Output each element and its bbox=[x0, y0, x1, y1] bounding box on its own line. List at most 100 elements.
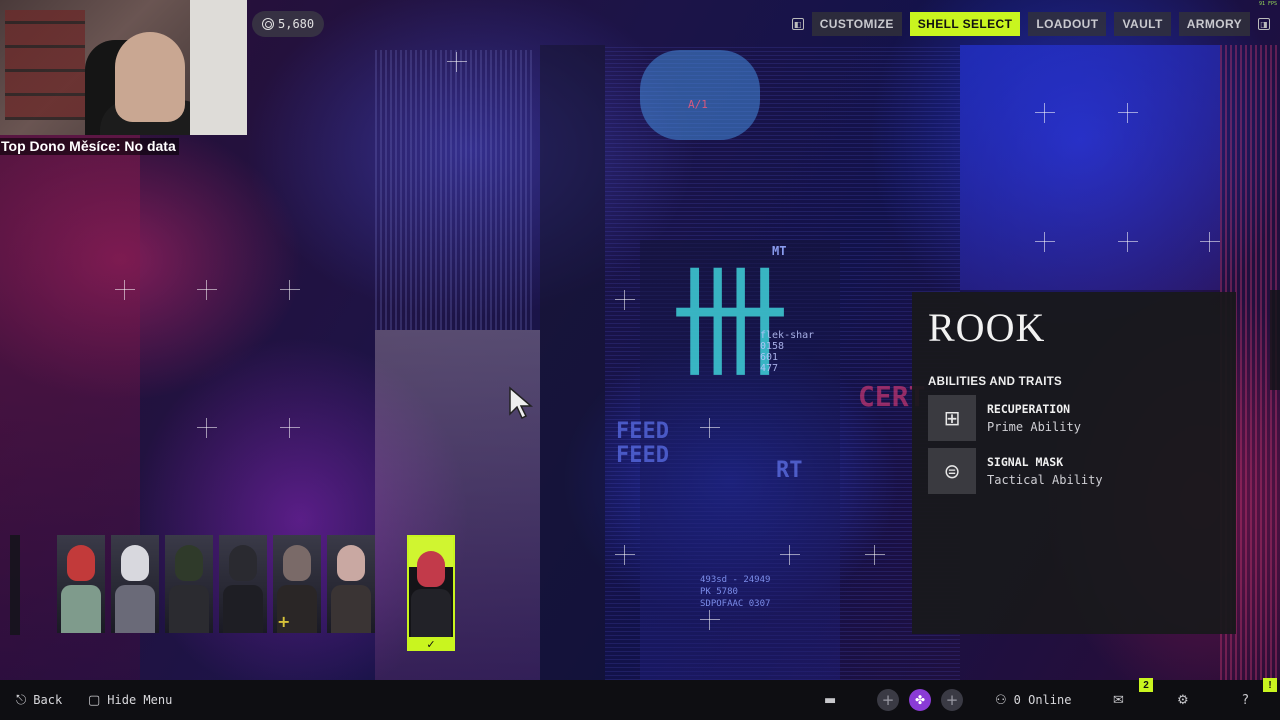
scene-panel bbox=[375, 50, 535, 330]
tab-armory[interactable]: ARMORY bbox=[1178, 12, 1250, 36]
grid-crosshair bbox=[115, 280, 135, 300]
scene-tag-text: A/1 bbox=[688, 98, 708, 111]
shell-head-model bbox=[640, 50, 760, 140]
ability-row[interactable]: ⊜ SIGNAL MASK Tactical Ability bbox=[928, 448, 1220, 494]
ability-row[interactable]: ⊞ RECUPERATION Prime Ability bbox=[928, 395, 1220, 441]
sticker-line: 0158 bbox=[760, 341, 785, 352]
scene-rt-text: RT bbox=[776, 458, 803, 483]
sticker-line: 477 bbox=[760, 363, 779, 374]
hide-menu-button[interactable]: ▢ Hide Menu bbox=[88, 680, 172, 720]
top-donor-label: Top Dono Měsíce: No data bbox=[0, 138, 179, 155]
chat-icon: ▬ bbox=[824, 692, 837, 708]
streamer-webcam bbox=[0, 0, 247, 135]
bottom-bar: ⎋ Back ▢ Hide Menu ▬ + ✤ + ⚇ 0 Online ✉ … bbox=[0, 680, 1280, 720]
mail-icon: ✉ bbox=[1113, 692, 1124, 708]
shell-list-prev-arrow[interactable] bbox=[10, 535, 20, 635]
squad-add-slot[interactable]: + bbox=[941, 689, 963, 711]
top-navigation: ◧ CUSTOMIZE SHELL SELECT LOADOUT VAULT A… bbox=[791, 12, 1270, 36]
squad-add-slot[interactable]: + bbox=[877, 689, 899, 711]
keybind-e-icon[interactable]: ◨ bbox=[1258, 18, 1270, 30]
shell-portrait-torso bbox=[331, 585, 371, 633]
tab-loadout[interactable]: LOADOUT bbox=[1028, 12, 1107, 36]
scene-panel bbox=[960, 45, 1220, 290]
online-friends-button[interactable]: ⚇ 0 Online bbox=[995, 680, 1071, 720]
tab-vault[interactable]: VAULT bbox=[1114, 12, 1171, 36]
feed-line: FEED bbox=[616, 419, 669, 444]
currency-coin-icon bbox=[262, 18, 274, 30]
tab-shell-select[interactable]: SHELL SELECT bbox=[909, 12, 1021, 36]
shell-card[interactable] bbox=[165, 535, 213, 633]
squad-slots: + ✤ + bbox=[877, 680, 963, 720]
alert-badge: ! bbox=[1263, 678, 1277, 692]
grid-crosshair bbox=[197, 280, 217, 300]
ability-type: Tactical Ability bbox=[987, 473, 1103, 487]
settings-button[interactable]: ⚙ bbox=[1177, 680, 1189, 720]
shell-card[interactable] bbox=[111, 535, 159, 633]
ability-name: RECUPERATION bbox=[987, 402, 1071, 416]
serial-line: 493sd - 24949 bbox=[700, 575, 771, 585]
back-button[interactable]: ⎋ Back bbox=[16, 680, 62, 720]
mail-button[interactable]: ✉ bbox=[1113, 680, 1124, 720]
shell-portrait-face bbox=[337, 545, 365, 581]
mail-count-badge: 2 bbox=[1139, 678, 1153, 692]
chat-button[interactable]: ▬ bbox=[824, 680, 836, 720]
shell-card-selected[interactable]: ✓ bbox=[407, 535, 455, 651]
shell-card[interactable] bbox=[57, 535, 105, 633]
escape-key-icon: ⎋ bbox=[16, 692, 27, 708]
grid-crosshair bbox=[1035, 103, 1055, 123]
serial-line: PK 5780 bbox=[700, 587, 738, 597]
currency-amount: 5,680 bbox=[278, 17, 315, 31]
abilities-title: ABILITIES AND TRAITS bbox=[928, 376, 1062, 388]
shell-portrait-face bbox=[67, 545, 95, 581]
shell-info-panel: ROOK ABILITIES AND TRAITS ⊞ RECUPERATION… bbox=[912, 292, 1236, 634]
grid-crosshair bbox=[280, 280, 300, 300]
grid-crosshair bbox=[615, 545, 635, 565]
ability-text: SIGNAL MASK Tactical Ability bbox=[987, 455, 1103, 487]
grid-crosshair bbox=[615, 290, 635, 310]
grid-crosshair bbox=[780, 545, 800, 565]
currency-display: 5,680 bbox=[252, 11, 325, 37]
ability-type: Prime Ability bbox=[987, 420, 1081, 434]
back-label: Back bbox=[33, 693, 63, 707]
shell-portrait-torso bbox=[411, 589, 451, 637]
keybind-q-icon[interactable]: ◧ bbox=[791, 18, 804, 30]
signal-mask-icon: ⊜ bbox=[928, 448, 976, 494]
grid-crosshair bbox=[1118, 232, 1138, 252]
gear-icon: ⚙ bbox=[1177, 692, 1189, 708]
shell-card[interactable]: + bbox=[273, 535, 321, 633]
scene-feed-text: FEED FEED bbox=[616, 420, 669, 468]
hide-menu-key-icon: ▢ bbox=[88, 692, 101, 708]
player-avatar-icon[interactable]: ✤ bbox=[909, 689, 931, 711]
shell-portrait-face bbox=[283, 545, 311, 581]
recuperation-icon: ⊞ bbox=[928, 395, 976, 441]
hide-menu-label: Hide Menu bbox=[107, 693, 173, 707]
grid-crosshair bbox=[1118, 103, 1138, 123]
friends-icon: ⚇ bbox=[995, 692, 1007, 708]
webcam-shelf bbox=[5, 10, 85, 120]
shell-card[interactable] bbox=[327, 535, 375, 633]
tab-customize[interactable]: CUSTOMIZE bbox=[811, 12, 902, 36]
mouse-cursor-icon bbox=[509, 386, 534, 420]
online-label: 0 Online bbox=[1013, 693, 1072, 707]
help-button[interactable]: ? bbox=[1242, 680, 1249, 720]
shell-portrait-rook bbox=[409, 537, 453, 637]
shell-portrait-torso bbox=[61, 585, 101, 633]
upgrade-plus-icon: + bbox=[277, 612, 291, 631]
shell-portrait-face bbox=[417, 551, 445, 587]
grid-crosshair bbox=[700, 418, 720, 438]
shell-portrait-torso bbox=[169, 585, 209, 633]
grid-crosshair bbox=[280, 418, 300, 438]
ability-text: RECUPERATION Prime Ability bbox=[987, 402, 1081, 434]
shell-portrait-face bbox=[121, 545, 149, 581]
webcam-wall bbox=[190, 0, 247, 135]
shell-portrait-torso bbox=[115, 585, 155, 633]
shell-card[interactable] bbox=[219, 535, 267, 633]
grid-crosshair bbox=[1200, 232, 1220, 252]
grid-crosshair bbox=[1035, 232, 1055, 252]
feed-line: FEED bbox=[616, 443, 669, 468]
grid-crosshair bbox=[865, 545, 885, 565]
shell-portrait-face bbox=[175, 545, 203, 581]
grid-crosshair bbox=[447, 52, 467, 72]
selected-checkmark-icon: ✓ bbox=[426, 637, 436, 651]
ability-name: SIGNAL MASK bbox=[987, 455, 1064, 469]
